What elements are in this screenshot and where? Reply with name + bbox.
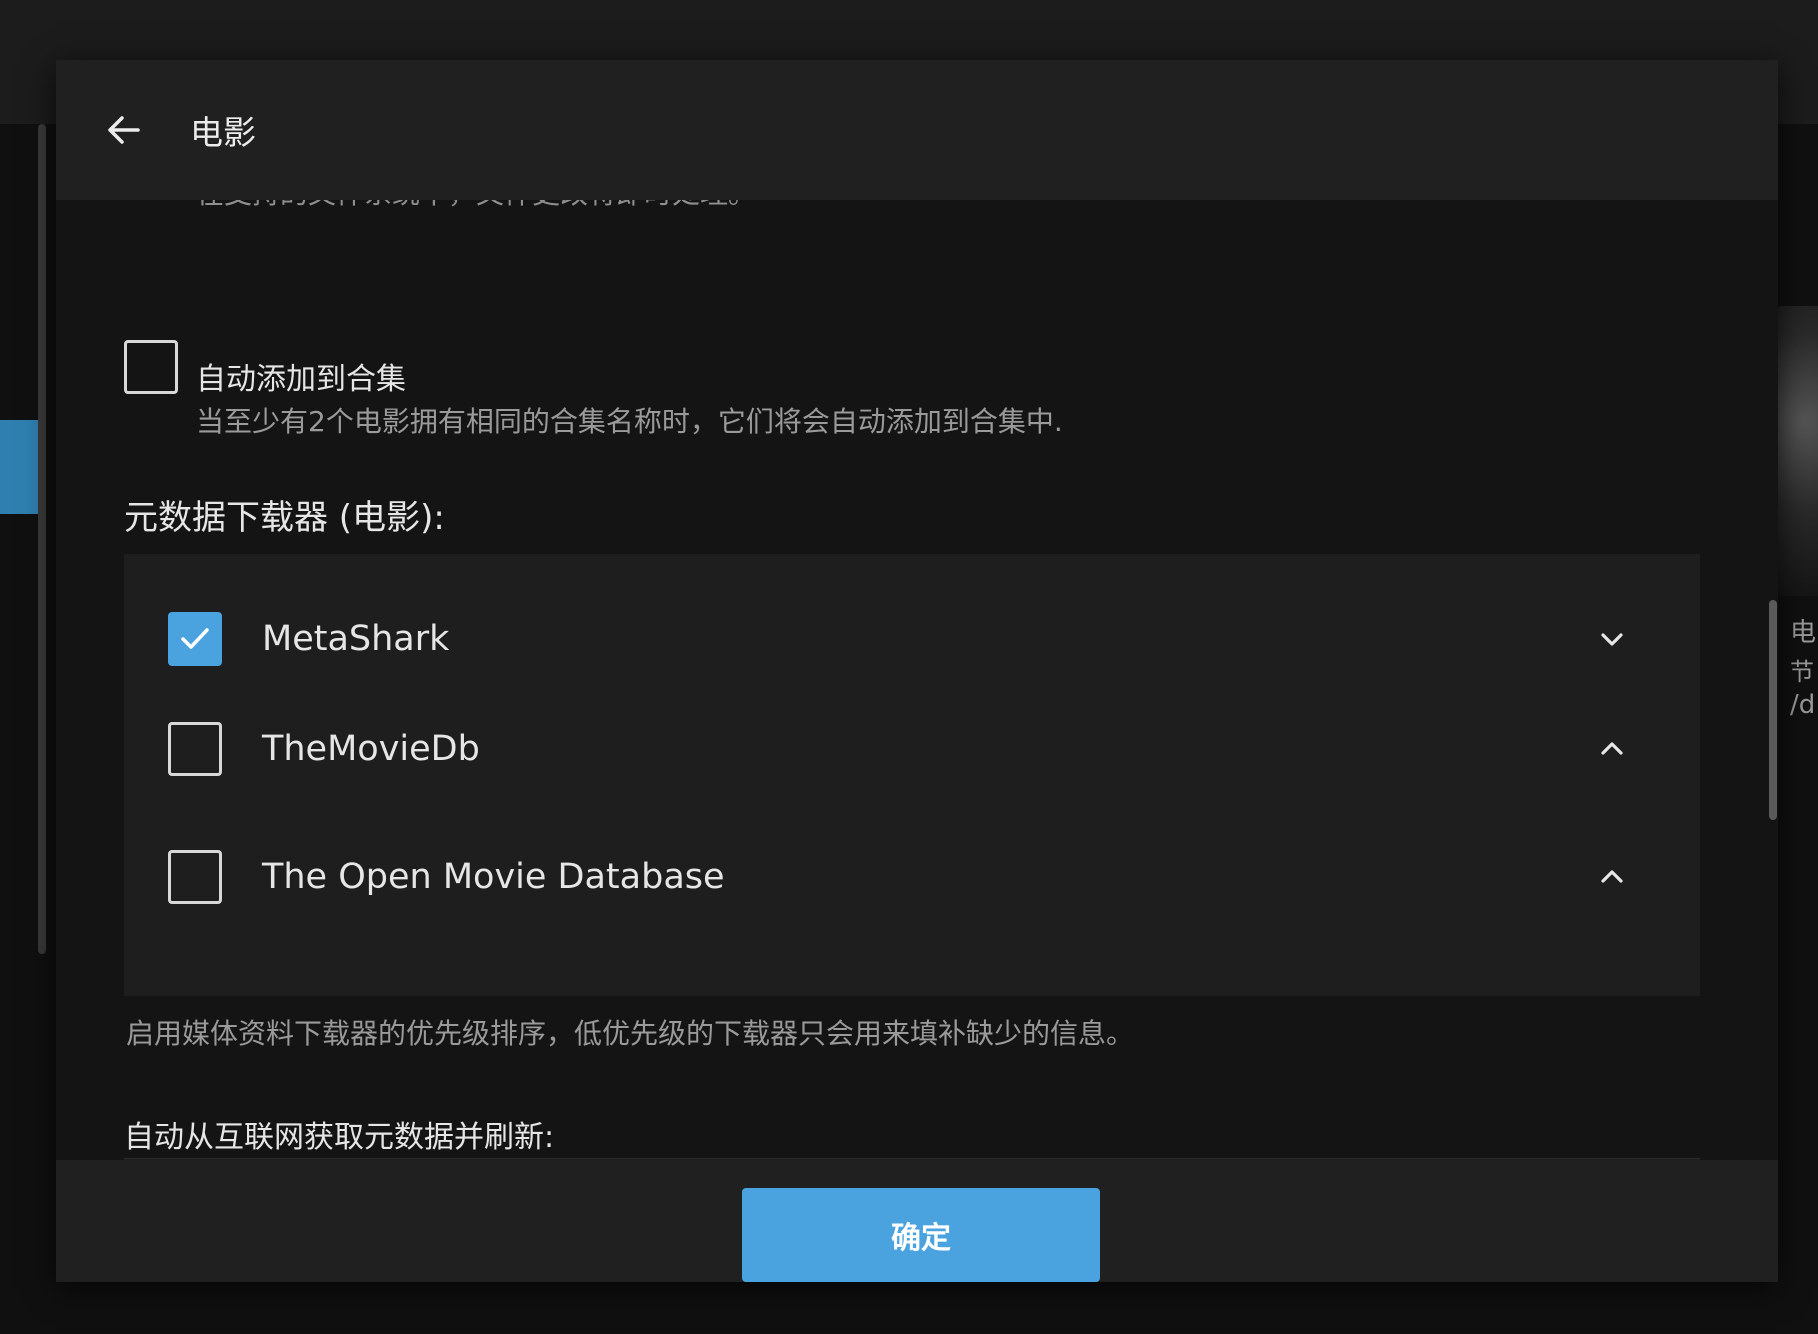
library-options-dialog: 电影 在支持的文件系统中，文件更改将即时处理。 自动添加到合集 当至少有2个电影… bbox=[56, 60, 1778, 1282]
chevron-up-icon bbox=[1601, 870, 1623, 883]
background-scrollbar bbox=[38, 124, 46, 954]
background-card-title: 电 bbox=[1790, 618, 1817, 648]
media-poster bbox=[1778, 306, 1818, 596]
auto-collections-option: 自动添加到合集 bbox=[124, 336, 406, 398]
previous-option-description: 在支持的文件系统中，文件更改将即时处理。 bbox=[196, 200, 756, 212]
checkmark-icon bbox=[181, 628, 209, 649]
dialog-footer: 确定 bbox=[56, 1160, 1778, 1282]
back-button[interactable] bbox=[96, 102, 152, 158]
metashark-checkbox[interactable] bbox=[168, 612, 222, 666]
auto-collections-checkbox[interactable] bbox=[124, 340, 178, 394]
provider-name: The Open Movie Database bbox=[262, 857, 725, 897]
provider-name: MetaShark bbox=[262, 619, 450, 659]
list-item: The Open Movie Database bbox=[124, 822, 1700, 932]
chevron-up-icon bbox=[1601, 742, 1623, 755]
auto-refresh-label: 自动从互联网获取元数据并刷新: bbox=[124, 1120, 555, 1155]
background-card-subtitle: 节 bbox=[1790, 658, 1814, 686]
auto-collections-label: 自动添加到合集 bbox=[196, 362, 406, 397]
background-media-card[interactable] bbox=[1778, 306, 1818, 596]
metadata-downloaders-label: 元数据下载器 (电影): bbox=[124, 498, 445, 538]
dialog-scrollbar[interactable] bbox=[1768, 200, 1778, 1160]
move-down-button[interactable] bbox=[1584, 611, 1640, 667]
arrow-left-icon bbox=[108, 116, 140, 144]
background-card-path: /d bbox=[1790, 690, 1816, 720]
list-item: TheMovieDb bbox=[124, 694, 1700, 804]
provider-name: TheMovieDb bbox=[262, 729, 480, 769]
dialog-body[interactable]: 在支持的文件系统中，文件更改将即时处理。 自动添加到合集 当至少有2个电影拥有相… bbox=[56, 200, 1778, 1160]
metadata-downloaders-list: MetaShark TheMovieDb The Open Movie Data… bbox=[124, 554, 1700, 996]
background-nav-highlight bbox=[0, 420, 38, 514]
move-up-button[interactable] bbox=[1584, 849, 1640, 905]
metadata-downloaders-hint: 启用媒体资料下载器的优先级排序，低优先级的下载器只会用来填补缺少的信息。 bbox=[126, 1017, 1135, 1050]
scrollbar-thumb[interactable] bbox=[1769, 600, 1777, 820]
dialog-title: 电影 bbox=[190, 113, 256, 152]
auto-collections-description: 当至少有2个电影拥有相同的合集名称时，它们将会自动添加到合集中. bbox=[196, 405, 1063, 438]
chevron-down-icon bbox=[1601, 633, 1623, 646]
themoviedb-checkbox[interactable] bbox=[168, 722, 222, 776]
confirm-button[interactable]: 确定 bbox=[742, 1188, 1100, 1282]
move-up-button[interactable] bbox=[1584, 721, 1640, 777]
list-item: MetaShark bbox=[124, 584, 1700, 694]
dialog-header: 电影 bbox=[56, 60, 1778, 200]
omdb-checkbox[interactable] bbox=[168, 850, 222, 904]
